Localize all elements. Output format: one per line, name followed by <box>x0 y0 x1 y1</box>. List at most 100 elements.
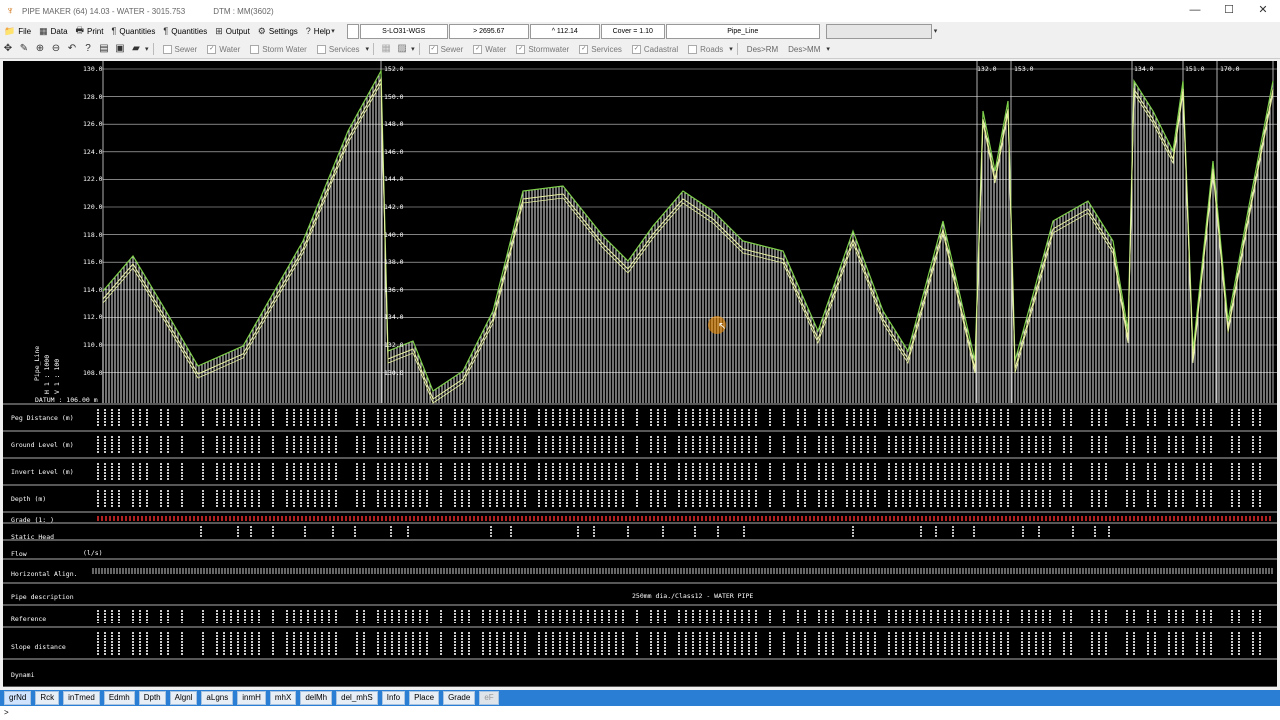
des-rm-button[interactable]: Des>RM <box>747 45 778 54</box>
y-value-field: ^ 112.14 <box>529 23 600 39</box>
command-button-grnd[interactable]: grNd <box>4 691 32 705</box>
output-icon: ⊞ <box>215 25 223 36</box>
axis-tick-label: 118.0 <box>83 230 103 239</box>
layers-icon[interactable]: ▤ <box>97 42 111 56</box>
filter-label: Sewer <box>440 44 464 54</box>
axis-tick-label: 114.0 <box>83 285 103 294</box>
zoom-out-icon[interactable]: ⊖ <box>49 42 63 56</box>
row-label-ground-level: Ground Level (m) <box>11 441 74 449</box>
axis-tick-label: 150.0 <box>384 92 404 101</box>
command-button-rck[interactable]: Rck <box>35 691 60 705</box>
layer-stormwater[interactable]: ✓ Stormwater <box>516 44 570 54</box>
chevron-down-icon[interactable]: ▾ <box>934 27 938 35</box>
dtm-label: DTM : MM(3602) <box>213 6 274 16</box>
axis-tick-label: 152.0 <box>384 65 404 73</box>
chevron-down-icon[interactable]: ▾ <box>411 45 415 53</box>
folder-icon[interactable]: ▰ <box>129 42 143 56</box>
command-button-mhx[interactable]: mhX <box>269 691 297 705</box>
menu-quantities-2[interactable]: ¶ Quantities <box>159 26 211 36</box>
axis-tick-label: 130.0 <box>83 65 103 73</box>
command-button-dpth[interactable]: Dpth <box>138 691 166 705</box>
filter-label: Services <box>328 44 360 54</box>
section-axis-label: 132.0 <box>977 65 997 73</box>
filter-water[interactable]: ✓ Water <box>207 44 241 54</box>
layer-field[interactable]: Pipe_Line <box>665 23 820 39</box>
menu-print[interactable]: 🖶 Print <box>72 23 108 39</box>
menu-output[interactable]: ⊞ Output <box>211 26 254 37</box>
command-button-info[interactable]: Info <box>381 691 406 705</box>
command-button-ef[interactable]: eF <box>479 691 499 705</box>
axis-tick-label: 146.0 <box>384 147 404 156</box>
window-title: PIPE MAKER (64) 14.03 - WATER - 3015.753 <box>22 6 186 16</box>
checkbox: ✓ <box>516 44 526 54</box>
section-axis-label: 134.0 <box>1134 65 1154 73</box>
layer-services[interactable]: ✓ Services <box>579 44 622 54</box>
folder-icon: 📁 <box>4 25 16 36</box>
axis-tick-label: 124.0 <box>83 147 103 156</box>
command-button-algns[interactable]: aLgns <box>201 691 234 705</box>
scale-text: V 1 : 100 <box>53 358 61 394</box>
chevron-down-icon[interactable]: ▾ <box>366 45 370 53</box>
menu-file[interactable]: 📁 File <box>0 26 35 37</box>
coord-system-field[interactable]: S-LO31-WGS <box>359 23 448 39</box>
menu-label: Settings <box>268 26 298 36</box>
chevron-down-icon[interactable]: ▾ <box>826 45 830 53</box>
command-button-inmh[interactable]: inmH <box>237 691 266 705</box>
menu-settings[interactable]: ⚙ Settings <box>254 26 302 37</box>
checkbox: ✓ <box>428 44 438 54</box>
toolbar-divider <box>152 43 154 55</box>
command-button-grade[interactable]: Grade <box>443 691 476 705</box>
grid-icon[interactable]: ▦ <box>379 42 393 56</box>
axis-tick-label: 126.0 <box>83 120 103 129</box>
axis-tick-label: 148.0 <box>384 120 404 129</box>
command-button-del-mhs[interactable]: del_mhS <box>336 691 378 705</box>
minimize-button[interactable]: — <box>1178 0 1212 22</box>
filter-label: Roads <box>700 44 724 54</box>
axis-tick-label: 130.0 <box>384 368 404 377</box>
toolbar-divider <box>736 43 738 55</box>
filter-sewer[interactable]: Sewer <box>162 44 197 54</box>
row-label-invert-level: Invert Level (m) <box>11 468 74 476</box>
menu-quantities-1[interactable]: ¶ Quantities <box>107 26 159 36</box>
layer-sewer[interactable]: ✓ Sewer <box>428 44 464 54</box>
command-button-edmh[interactable]: Edmh <box>103 691 135 705</box>
filter-services[interactable]: Services <box>316 44 360 54</box>
profile-canvas[interactable]: 130.0 128.0 126.0 124.0 122.0 120.0 118.0 116.0… <box>3 61 1277 687</box>
command-button-delmh[interactable]: delMh <box>300 691 333 705</box>
menu-data[interactable]: ▦ Data <box>35 26 71 37</box>
command-button-algnl[interactable]: Algnl <box>169 691 198 705</box>
chevron-down-icon[interactable]: ▾ <box>145 45 149 53</box>
command-button-intmed[interactable]: inTmed <box>63 691 100 705</box>
close-button[interactable]: ✕ <box>1246 0 1280 22</box>
menu-label: Quantities <box>119 26 156 36</box>
command-button-place[interactable]: Place <box>409 691 440 705</box>
layer-roads[interactable]: Roads <box>688 44 724 54</box>
zoom-in-icon[interactable]: ⊕ <box>33 42 47 56</box>
pencil-icon[interactable]: ✎ <box>17 42 31 56</box>
hatch-icon[interactable]: ▨ <box>395 42 409 56</box>
axis-tick-label: 142.0 <box>384 203 404 211</box>
filter-label: Stormwater <box>528 44 570 54</box>
gear-icon: ⚙ <box>257 25 266 36</box>
undo-icon[interactable]: ↶ <box>65 42 79 56</box>
menu-bar: 📁 File ▦ Data 🖶 Print ¶ Quantities ¶ Quantiti… <box>0 22 1280 40</box>
title-bar: ♆ PIPE MAKER (64) 14.03 - WATER - 3015.7… <box>0 0 1280 22</box>
axis-tick-label: 138.0 <box>384 258 404 267</box>
filter-storm-water[interactable]: Storm Water <box>250 44 307 54</box>
row-label-depth: Depth (m) <box>11 495 47 503</box>
chevron-down-icon[interactable]: ▾ <box>729 45 733 53</box>
move-icon[interactable]: ✥ <box>1 42 15 56</box>
des-mm-button[interactable]: Des>MM <box>788 45 820 54</box>
layer-cadastral[interactable]: ✓ Cadastral <box>631 44 678 54</box>
filter-label: Water <box>219 44 241 54</box>
cover-field[interactable]: Cover = 1.10 <box>600 23 665 39</box>
image-icon[interactable]: ▣ <box>113 42 127 56</box>
menu-help[interactable]: ? Help ▾ <box>302 26 339 36</box>
layer-water[interactable]: ✓ Water <box>473 44 506 54</box>
help-icon[interactable]: ? <box>81 42 95 56</box>
command-line[interactable]: > <box>0 706 1280 720</box>
scale-label: H 1 : 1000 <box>43 355 51 394</box>
row-label-grade: Grade (1:_) <box>11 516 55 524</box>
checkbox <box>162 44 172 54</box>
maximize-button[interactable]: ☐ <box>1212 0 1246 22</box>
